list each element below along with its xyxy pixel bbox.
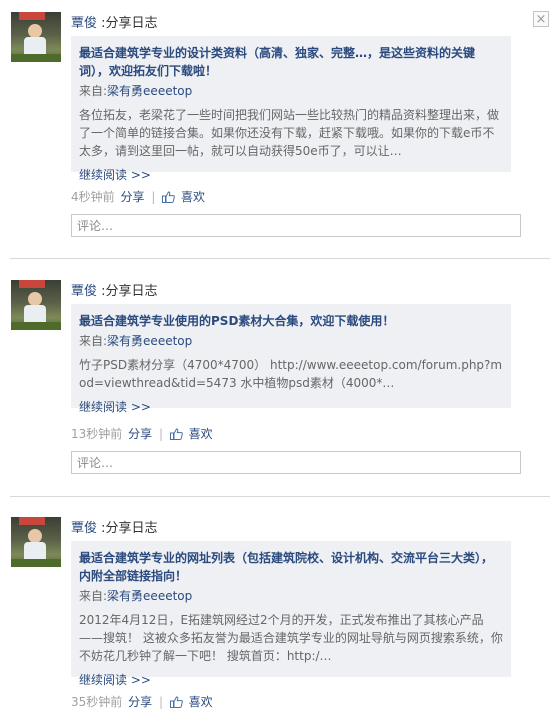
author-link[interactable]: 覃俊 xyxy=(71,284,97,299)
timestamp: 13秒钟前 xyxy=(71,427,123,441)
post-source: 来自:梁有勇eeeetop xyxy=(79,589,193,603)
feed-item-header: 覃俊 :分享日志 xyxy=(71,12,158,31)
timestamp: 4秒钟前 xyxy=(71,190,115,204)
source-link[interactable]: 梁有勇eeeetop xyxy=(107,589,192,603)
author-link[interactable]: 覃俊 xyxy=(71,16,97,31)
source-link[interactable]: 梁有勇eeeetop xyxy=(107,334,192,348)
comment-input[interactable] xyxy=(71,214,521,237)
post-meta: 35秒钟前 分享 | 喜欢 xyxy=(71,695,213,709)
post-title-link[interactable]: 最适合建筑学专业的网址列表（包括建筑院校、设计机构、交流平台三大类），内附全部链… xyxy=(79,549,503,585)
feed-item-header: 覃俊 :分享日志 xyxy=(71,517,158,536)
shared-blog-card: 最适合建筑学专业的网址列表（包括建筑院校、设计机构、交流平台三大类），内附全部链… xyxy=(71,541,511,687)
post-source: 来自:梁有勇eeeetop xyxy=(79,84,193,98)
continue-reading-link[interactable]: 继续阅读 >> xyxy=(79,166,503,184)
timestamp: 35秒钟前 xyxy=(71,695,123,709)
source-link[interactable]: 梁有勇eeeetop xyxy=(107,84,192,98)
divider xyxy=(10,258,550,259)
shared-blog-card: 最适合建筑学专业使用的PSD素材大合集，欢迎下载使用！ 来自:梁有勇eeeeto… xyxy=(71,304,511,414)
feed-item-header: 覃俊 :分享日志 xyxy=(71,280,158,299)
share-link[interactable]: 分享 xyxy=(128,695,152,709)
share-link[interactable]: 分享 xyxy=(120,190,144,204)
avatar[interactable] xyxy=(11,12,61,62)
thumbs-up-icon xyxy=(169,696,183,708)
author-link[interactable]: 覃俊 xyxy=(71,521,97,536)
post-title-link[interactable]: 最适合建筑学专业使用的PSD素材大合集，欢迎下载使用！ xyxy=(79,312,503,330)
post-excerpt: 竹子PSD素材分享（4700*4700） http://www.eeeetop.… xyxy=(79,358,503,390)
avatar[interactable] xyxy=(11,517,61,567)
shared-blog-card: 最适合建筑学专业的设计类资料（高清、独家、完整…，是这些资料的关键词），欢迎拓友… xyxy=(71,36,511,182)
post-excerpt: 2012年4月12日，E拓建筑网经过2个月的开发，正式发布推出了其核心产品——搜… xyxy=(79,613,503,663)
thumbs-up-icon xyxy=(169,428,183,440)
post-meta: 13秒钟前 分享 | 喜欢 xyxy=(71,427,213,441)
close-icon: × xyxy=(535,12,547,27)
post-excerpt: 各位拓友，老梁花了一些时间把我们网站一些比较热门的精品资料整理出来，做了一个简单… xyxy=(79,108,500,158)
post-title-link[interactable]: 最适合建筑学专业的设计类资料（高清、独家、完整…，是这些资料的关键词），欢迎拓友… xyxy=(79,44,503,80)
comment-input[interactable] xyxy=(71,451,521,474)
action-text: :分享日志 xyxy=(101,16,158,31)
close-button[interactable]: × xyxy=(533,11,549,27)
like-link[interactable]: 喜欢 xyxy=(181,190,205,204)
avatar[interactable] xyxy=(11,280,61,330)
share-link[interactable]: 分享 xyxy=(128,427,152,441)
like-link[interactable]: 喜欢 xyxy=(189,695,213,709)
like-link[interactable]: 喜欢 xyxy=(189,427,213,441)
continue-reading-link[interactable]: 继续阅读 >> xyxy=(79,671,503,689)
post-meta: 4秒钟前 分享 | 喜欢 xyxy=(71,190,206,204)
continue-reading-link[interactable]: 继续阅读 >> xyxy=(79,398,503,416)
action-text: :分享日志 xyxy=(101,521,158,536)
thumbs-up-icon xyxy=(162,191,176,203)
post-source: 来自:梁有勇eeeetop xyxy=(79,334,193,348)
action-text: :分享日志 xyxy=(101,284,158,299)
divider xyxy=(10,496,550,497)
